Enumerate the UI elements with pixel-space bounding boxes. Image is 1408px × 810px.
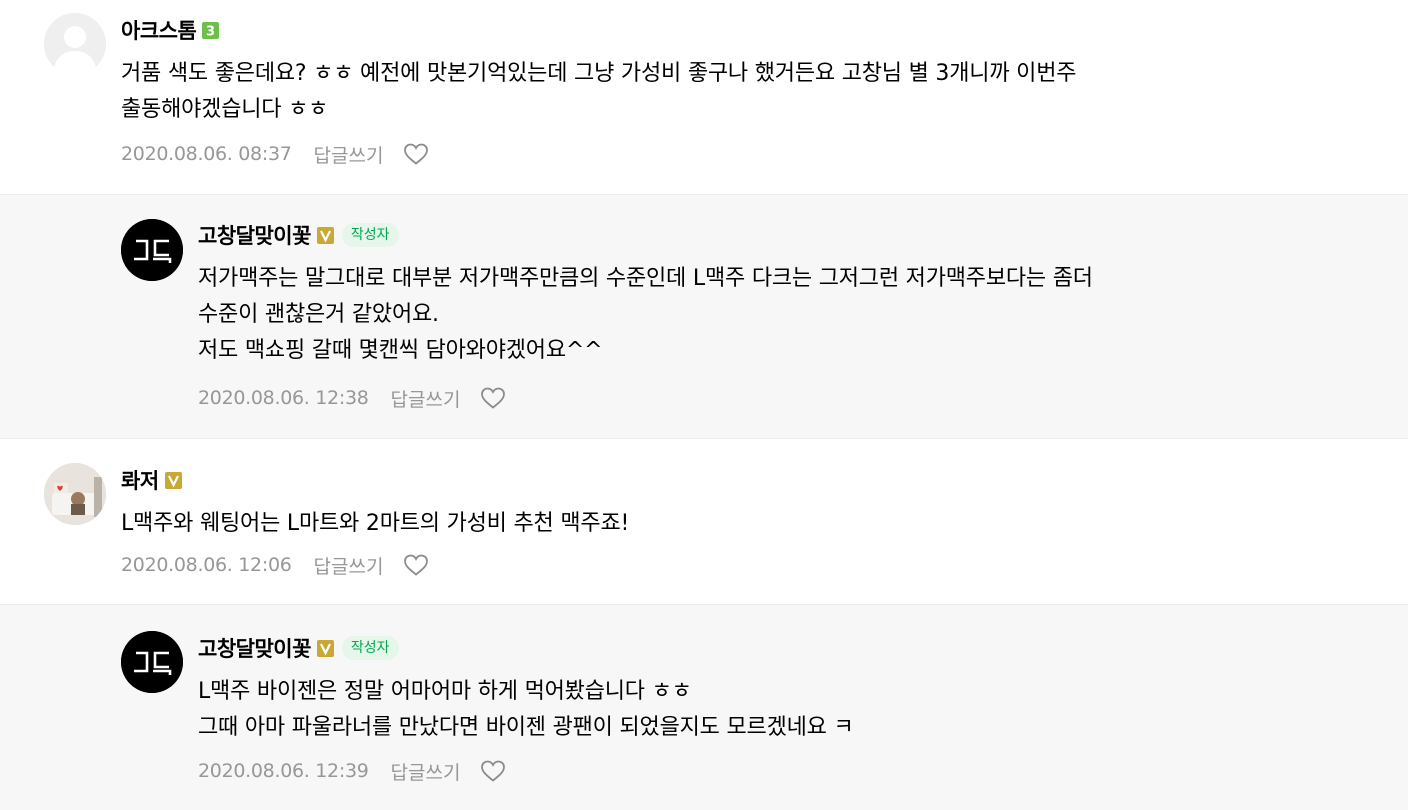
- avatar-godam[interactable]: [121, 219, 183, 281]
- comment-text: 저가맥주는 말그대로 대부분 저가맥주만큼의 수준인데 L맥주 다크는 그저그런…: [198, 261, 1093, 369]
- v-badge-icon: [164, 471, 182, 489]
- comment-text: 거품 색도 좋은데요? ㅎㅎ 예전에 맛본기억있는데 그냥 가성비 좋구나 했거…: [121, 56, 1076, 128]
- author-tag: 작성자: [341, 636, 399, 660]
- heart-outline-icon[interactable]: [480, 385, 508, 411]
- comment-date: 2020.08.06. 12:06: [121, 554, 292, 576]
- reply-button[interactable]: 답글쓰기: [314, 552, 384, 579]
- v-badge-icon: [316, 639, 334, 657]
- comment-line: 그때 아마 파울라너를 만났다면 바이젠 광팬이 되었을지도 모르겠네요 ㅋ: [198, 715, 854, 740]
- reply-button[interactable]: 답글쓰기: [314, 141, 384, 168]
- comment-divider: [0, 604, 1408, 605]
- level-3-badge-icon: 3: [202, 21, 220, 39]
- heart-outline-icon[interactable]: [403, 141, 431, 167]
- level-number: 3: [206, 24, 215, 39]
- reply-comment-item: 고창달맞이꽃 작성자 저가맥주는 말그대로 대부분 저가맥주만큼의 수준인데 L…: [0, 195, 1408, 438]
- godam-logo-icon: [121, 631, 183, 693]
- nickname[interactable]: 고창달맞이꽃: [198, 633, 311, 663]
- author-tag: 작성자: [341, 223, 399, 247]
- comment-text: L맥주 바이젠은 정말 어마어마 하게 먹어봤습니다 ㅎㅎ 그때 아마 파울라너…: [198, 674, 854, 746]
- profile-photo-icon: [44, 463, 106, 525]
- nickname[interactable]: 롸저: [121, 465, 159, 495]
- comment-line: L맥주와 웨팅어는 L마트와 2마트의 가성비 추천 맥주죠!: [121, 511, 630, 536]
- comment-line: 출동해야겠습니다 ㅎㅎ: [121, 97, 329, 122]
- nickname[interactable]: 아크스톰: [121, 15, 197, 45]
- avatar-default[interactable]: [44, 13, 106, 75]
- comment-line: 수준이 괜찮은거 같았어요.: [198, 302, 439, 327]
- comment-line: 저도 맥쇼핑 갈때 몇캔씩 담아와야겠어요^^: [198, 338, 603, 363]
- comment-divider: [0, 194, 1408, 195]
- reply-button[interactable]: 답글쓰기: [391, 758, 461, 785]
- avatar-godam[interactable]: [121, 631, 183, 693]
- reply-button[interactable]: 답글쓰기: [391, 385, 461, 412]
- godam-logo-icon: [121, 219, 183, 281]
- v-badge-icon: [316, 226, 334, 244]
- comment-item: 롸저 L맥주와 웨팅어는 L마트와 2마트의 가성비 추천 맥주죠! 2020.…: [0, 439, 1408, 604]
- reply-comment-item: 고창달맞이꽃 작성자 L맥주 바이젠은 정말 어마어마 하게 먹어봤습니다 ㅎㅎ…: [0, 605, 1408, 810]
- comment-divider: [0, 438, 1408, 439]
- comment-date: 2020.08.06. 08:37: [121, 143, 292, 165]
- comment-line: L맥주 바이젠은 정말 어마어마 하게 먹어봤습니다 ㅎㅎ: [198, 679, 692, 704]
- comment-text: L맥주와 웨팅어는 L마트와 2마트의 가성비 추천 맥주죠!: [121, 506, 629, 542]
- comment-item: 아크스톰 3 거품 색도 좋은데요? ㅎㅎ 예전에 맛본기억있는데 그냥 가성비…: [0, 0, 1408, 194]
- heart-outline-icon[interactable]: [403, 552, 431, 578]
- avatar-photo[interactable]: [44, 463, 106, 525]
- comment-line: 저가맥주는 말그대로 대부분 저가맥주만큼의 수준인데 L맥주 다크는 그저그런…: [198, 266, 1093, 291]
- comment-date: 2020.08.06. 12:39: [198, 760, 369, 782]
- person-silhouette-icon: [44, 13, 106, 75]
- nickname[interactable]: 고창달맞이꽃: [198, 220, 311, 250]
- heart-outline-icon[interactable]: [480, 758, 508, 784]
- comment-line: 거품 색도 좋은데요? ㅎㅎ 예전에 맛본기억있는데 그냥 가성비 좋구나 했거…: [121, 61, 1077, 86]
- comment-date: 2020.08.06. 12:38: [198, 387, 369, 409]
